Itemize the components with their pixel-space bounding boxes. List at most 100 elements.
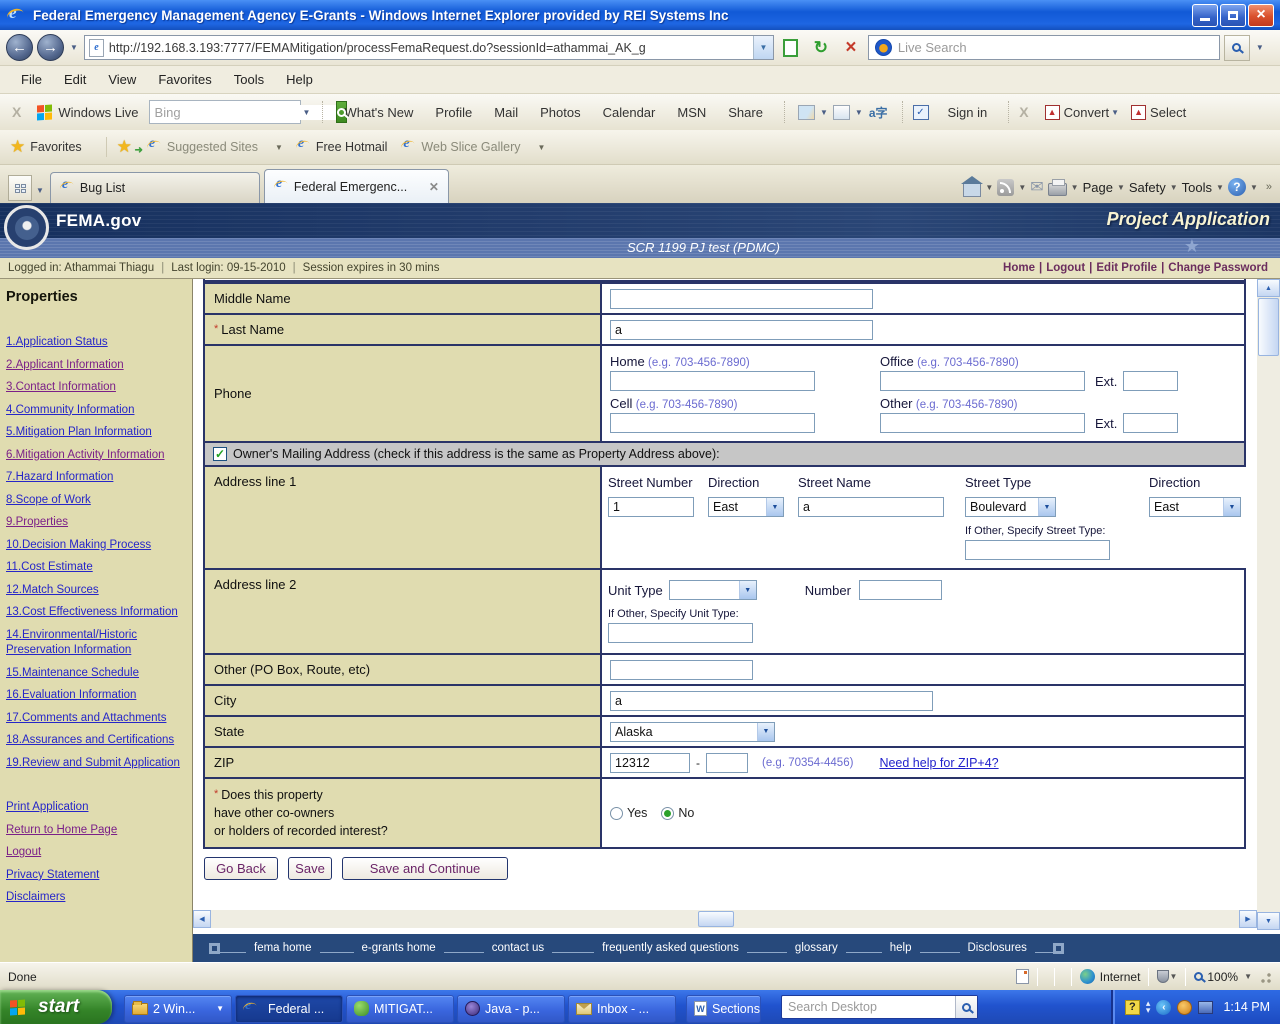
scroll-left-icon[interactable]: ◀: [193, 910, 211, 928]
sidebar-item-match-sources[interactable]: 12.Match Sources: [6, 583, 184, 599]
sidebar-item-mitigation-plan-information[interactable]: 5.Mitigation Plan Information: [6, 425, 184, 441]
sidebar-return-home-link[interactable]: Return to Home Page: [6, 823, 184, 839]
unit-number-input[interactable]: [859, 580, 942, 600]
sidebar-item-applicant-information[interactable]: 2.Applicant Information: [6, 358, 184, 374]
sidebar-item-hazard-information[interactable]: 7.Hazard Information: [6, 470, 184, 486]
collapse-tray-chevron-icon[interactable]: ▴▾: [1146, 1000, 1151, 1014]
sidebar-item-scope-of-work[interactable]: 8.Scope of Work: [6, 493, 184, 509]
home-icon[interactable]: [963, 183, 981, 197]
print-dropdown-icon[interactable]: ▼: [1071, 183, 1079, 192]
security-zone-icon[interactable]: [1157, 970, 1169, 983]
bing-search-box[interactable]: [149, 100, 301, 124]
question-tray-icon[interactable]: ?: [1125, 1000, 1140, 1015]
photos-dropdown-icon[interactable]: ▼: [818, 108, 830, 117]
sidebar-item-maintenance-schedule[interactable]: 15.Maintenance Schedule: [6, 666, 184, 682]
taskbar-sections-doc[interactable]: W Sections...: [686, 995, 761, 1023]
compatibility-view-button[interactable]: [778, 35, 804, 61]
convert-link[interactable]: Convert: [1064, 105, 1110, 120]
footer-contact-us-link[interactable]: contact us: [484, 942, 552, 954]
if-other-street-type-input[interactable]: [965, 540, 1110, 560]
safety-menu[interactable]: Safety: [1129, 180, 1166, 195]
sidebar-disclaimers-link[interactable]: Disclaimers: [6, 890, 184, 906]
sidebar-logout-link[interactable]: Logout: [6, 845, 184, 861]
search-button[interactable]: [1224, 35, 1250, 61]
sidebar-item-contact-information[interactable]: 3.Contact Information: [6, 380, 184, 396]
url-box[interactable]: http://192.168.3.193:7777/FEMAMitigation…: [84, 35, 774, 60]
start-button[interactable]: start: [0, 990, 112, 1024]
direction2-select[interactable]: East▼: [1149, 497, 1241, 517]
other-po-input[interactable]: [610, 660, 753, 680]
overflow-chevron-icon[interactable]: »: [1266, 181, 1272, 193]
horizontal-scrollbar[interactable]: ◀ ▶: [193, 910, 1257, 928]
coowners-yes-radio[interactable]: [610, 807, 623, 820]
horizontal-scroll-thumb[interactable]: [698, 911, 734, 927]
tab-bug-list[interactable]: Bug List: [50, 172, 260, 203]
menu-favorites[interactable]: Favorites: [147, 72, 222, 87]
last-name-input[interactable]: [610, 320, 873, 340]
help-dropdown-icon[interactable]: ▼: [1250, 183, 1258, 192]
live-profile-link[interactable]: Profile: [424, 105, 483, 120]
zip-help-link[interactable]: Need help for ZIP+4?: [879, 756, 998, 770]
vertical-scroll-thumb[interactable]: [1258, 298, 1279, 356]
tab-list-dropdown-icon[interactable]: ▼: [34, 186, 46, 195]
footer-help-link[interactable]: help: [882, 942, 920, 954]
home-dropdown-icon[interactable]: ▼: [985, 183, 993, 192]
go-back-button[interactable]: Go Back: [204, 857, 278, 880]
street-name-input[interactable]: [798, 497, 944, 517]
zip-plus4-input[interactable]: [706, 753, 748, 773]
home-phone-input[interactable]: [610, 371, 815, 391]
layout-dropdown-icon[interactable]: ▼: [853, 108, 865, 117]
taskbar-inbox[interactable]: Inbox - ...: [568, 995, 676, 1023]
sidebar-item-properties[interactable]: 9.Properties: [6, 515, 184, 531]
live-search-input[interactable]: [898, 40, 1213, 55]
network-tray-icon[interactable]: [1198, 1001, 1213, 1014]
photos-tool-icon[interactable]: [798, 105, 815, 120]
bing-dropdown-icon[interactable]: ▼: [301, 108, 313, 117]
tools-menu[interactable]: Tools: [1182, 180, 1212, 195]
tab-federal-emergency[interactable]: Federal Emergenc... ✕: [264, 169, 449, 203]
menu-help[interactable]: Help: [275, 72, 324, 87]
free-hotmail-link[interactable]: Free Hotmail: [316, 140, 388, 154]
menu-edit[interactable]: Edit: [53, 72, 97, 87]
feeds-icon[interactable]: [997, 179, 1014, 196]
favorites-button[interactable]: Favorites: [30, 140, 81, 154]
sidebar-item-cost-estimate[interactable]: 11.Cost Estimate: [6, 560, 184, 576]
page-menu[interactable]: Page: [1083, 180, 1113, 195]
other-phone-input[interactable]: [880, 413, 1085, 433]
add-favorite-button[interactable]: ★➜: [117, 137, 137, 157]
menu-tools[interactable]: Tools: [223, 72, 275, 87]
taskbar-mitigation-app[interactable]: MITIGAT...: [346, 995, 454, 1023]
vertical-scrollbar[interactable]: ▲ ▼: [1257, 279, 1280, 930]
sidebar-item-assurances-and-certifications[interactable]: 18.Assurances and Certifications: [6, 733, 184, 749]
select-link[interactable]: Select: [1150, 105, 1186, 120]
cell-phone-input[interactable]: [610, 413, 815, 433]
sidebar-item-review-and-submit[interactable]: 19.Review and Submit Application: [6, 756, 184, 772]
live-photos-link[interactable]: Photos: [529, 105, 591, 120]
forward-button[interactable]: →: [37, 34, 64, 61]
stop-button[interactable]: ×: [838, 35, 864, 61]
zone-dropdown-icon[interactable]: ▼: [1169, 972, 1177, 981]
taskbar-java-app[interactable]: Java - p...: [457, 995, 565, 1023]
street-type-select[interactable]: Boulevard▼: [965, 497, 1056, 517]
city-input[interactable]: [610, 691, 933, 711]
sidebar-item-comments-and-attachments[interactable]: 17.Comments and Attachments: [6, 711, 184, 727]
save-button[interactable]: Save: [288, 857, 332, 880]
scroll-right-icon[interactable]: ▶: [1239, 910, 1257, 928]
footer-glossary-link[interactable]: glossary: [787, 942, 846, 954]
quick-tabs-button[interactable]: [8, 175, 32, 201]
direction-select[interactable]: East▼: [708, 497, 784, 517]
sidebar-print-application-link[interactable]: Print Application: [6, 800, 184, 816]
footer-egrants-home-link[interactable]: e-grants home: [354, 942, 444, 954]
toolbar-close-icon[interactable]: X: [12, 104, 21, 120]
safety-dropdown-icon[interactable]: ▼: [1170, 183, 1178, 192]
web-slice-dropdown-icon[interactable]: ▼: [535, 143, 549, 152]
refresh-button[interactable]: ↻: [808, 35, 834, 61]
suggested-sites-dropdown-icon[interactable]: ▼: [272, 143, 286, 152]
zoom-dropdown-icon[interactable]: ▼: [1244, 972, 1252, 981]
change-password-link[interactable]: Change Password: [1164, 262, 1272, 274]
street-number-input[interactable]: [608, 497, 694, 517]
sidebar-item-decision-making-process[interactable]: 10.Decision Making Process: [6, 538, 184, 554]
search-dropdown-icon[interactable]: ▼: [1254, 43, 1266, 52]
logout-link[interactable]: Logout: [1042, 262, 1089, 274]
save-and-continue-button[interactable]: Save and Continue: [342, 857, 508, 880]
